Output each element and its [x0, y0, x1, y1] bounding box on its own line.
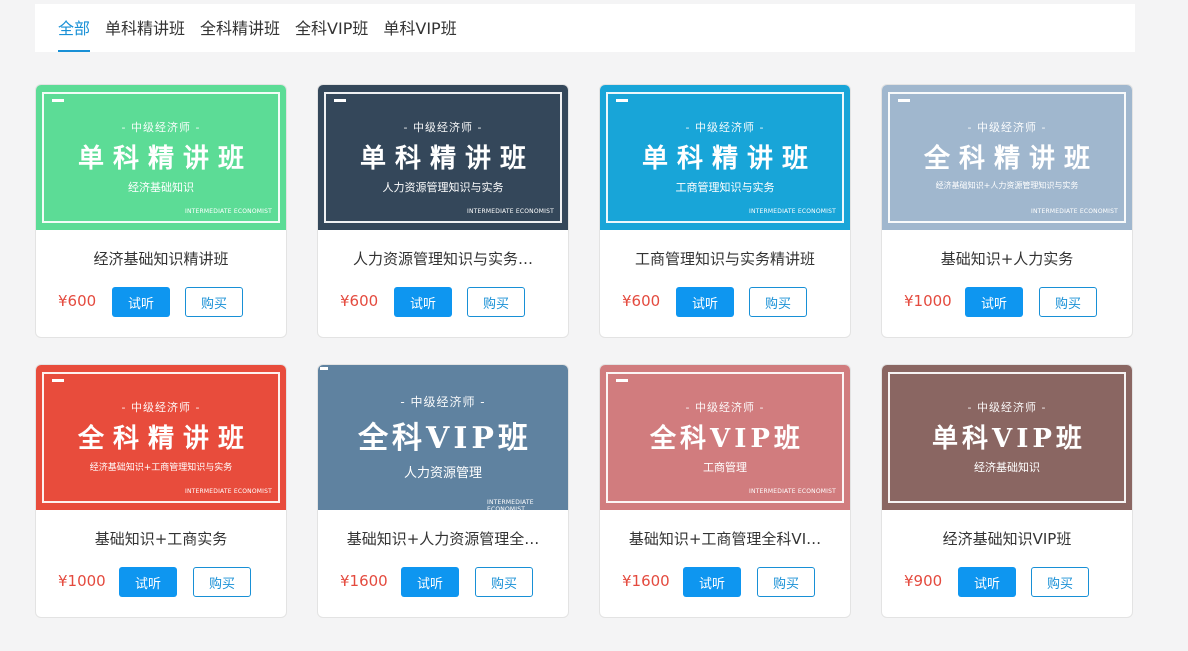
course-title[interactable]: 经济基础知识VIP班 — [882, 528, 1132, 549]
banner-dash — [320, 367, 328, 370]
course-price: ¥1000 — [904, 292, 952, 310]
banner-title: 单科精讲班 — [641, 144, 817, 174]
course-title[interactable]: 基础知识+人力实务 — [882, 248, 1132, 269]
banner-english: INTERMEDIATE ECONOMIST — [487, 499, 534, 510]
banner-title: 单科VIP班 — [932, 424, 1086, 454]
course-banner[interactable]: - 中级经济师 - 全科VIP班 人力资源管理 INTERMEDIATE ECO… — [318, 365, 568, 510]
buy-button[interactable]: 购买 — [749, 287, 807, 317]
listen-button[interactable]: 试听 — [119, 567, 177, 597]
course-title[interactable]: 基础知识+工商实务 — [36, 528, 286, 549]
course-card[interactable]: - 中级经济师 - 全科精讲班 经济基础知识+工商管理知识与实务 INTERME… — [35, 364, 287, 618]
tab-all[interactable]: 全部 — [58, 4, 91, 52]
buy-button[interactable]: 购买 — [1039, 287, 1097, 317]
course-title[interactable]: 经济基础知识精讲班 — [36, 248, 286, 269]
banner-english: INTERMEDIATE ECONOMIST — [749, 488, 836, 495]
banner-english: INTERMEDIATE ECONOMIST — [749, 208, 836, 215]
course-banner[interactable]: - 中级经济师 - 单科精讲班 工商管理知识与实务 INTERMEDIATE E… — [600, 85, 850, 230]
tab-single-vip[interactable]: 单科VIP班 — [383, 4, 456, 50]
listen-button[interactable]: 试听 — [965, 287, 1023, 317]
course-banner[interactable]: - 中级经济师 - 单科VIP班 经济基础知识 — [882, 365, 1132, 510]
banner-desc: 工商管理 — [703, 461, 747, 474]
banner-title: 全科VIP班 — [358, 421, 532, 456]
course-banner[interactable]: - 中级经济师 - 全科精讲班 经济基础知识+人力资源管理知识与实务 INTER… — [882, 85, 1132, 230]
banner-title: 全科精讲班 — [77, 424, 253, 454]
banner-subtitle: - 中级经济师 - — [121, 121, 201, 134]
banner-desc: 经济基础知识+工商管理知识与实务 — [89, 463, 233, 473]
course-card[interactable]: - 中级经济师 - 全科精讲班 经济基础知识+人力资源管理知识与实务 INTER… — [881, 84, 1133, 338]
course-price: ¥600 — [340, 292, 379, 310]
banner-desc: 人力资源管理 — [403, 466, 482, 481]
listen-button[interactable]: 试听 — [394, 287, 452, 317]
course-card[interactable]: - 中级经济师 - 单科VIP班 经济基础知识 经济基础知识VIP班 ¥900 … — [881, 364, 1133, 618]
course-banner[interactable]: - 中级经济师 - 全科精讲班 经济基础知识+工商管理知识与实务 INTERME… — [36, 365, 286, 510]
course-title[interactable]: 人力资源管理知识与实务… — [318, 248, 568, 269]
buy-button[interactable]: 购买 — [475, 567, 533, 597]
banner-english: INTERMEDIATE ECONOMIST — [1031, 208, 1118, 215]
course-title[interactable]: 工商管理知识与实务精讲班 — [600, 248, 850, 269]
buy-button[interactable]: 购买 — [185, 287, 243, 317]
course-banner[interactable]: - 中级经济师 - 单科精讲班 经济基础知识 INTERMEDIATE ECON… — [36, 85, 286, 230]
listen-button[interactable]: 试听 — [683, 567, 741, 597]
banner-subtitle: - 中级经济师 - — [967, 121, 1047, 134]
course-card[interactable]: - 中级经济师 - 全科VIP班 工商管理 INTERMEDIATE ECONO… — [599, 364, 851, 618]
banner-subtitle: - 中级经济师 - — [685, 401, 765, 414]
course-price: ¥600 — [58, 292, 97, 310]
banner-english: INTERMEDIATE ECONOMIST — [467, 208, 554, 215]
course-price: ¥900 — [904, 572, 943, 590]
banner-dash — [898, 99, 910, 102]
course-title[interactable]: 基础知识+人力资源管理全… — [318, 528, 568, 549]
banner-dash — [52, 379, 64, 382]
buy-button[interactable]: 购买 — [193, 567, 251, 597]
banner-subtitle: - 中级经济师 - — [121, 401, 201, 414]
buy-button[interactable]: 购买 — [757, 567, 815, 597]
banner-title: 全科VIP班 — [650, 424, 804, 454]
buy-button[interactable]: 购买 — [1031, 567, 1089, 597]
course-banner[interactable]: - 中级经济师 - 单科精讲班 人力资源管理知识与实务 INTERMEDIATE… — [318, 85, 568, 230]
listen-button[interactable]: 试听 — [958, 567, 1016, 597]
banner-title: 单科精讲班 — [77, 144, 253, 174]
banner-dash — [616, 379, 628, 382]
banner-desc: 经济基础知识 — [128, 181, 194, 194]
banner-subtitle: - 中级经济师 - — [967, 401, 1047, 414]
banner-subtitle: - 中级经济师 - — [685, 121, 765, 134]
banner-dash — [616, 99, 628, 102]
banner-english: INTERMEDIATE ECONOMIST — [185, 208, 272, 215]
banner-title: 全科精讲班 — [923, 144, 1099, 174]
banner-title: 单科精讲班 — [359, 144, 535, 174]
banner-english: INTERMEDIATE ECONOMIST — [185, 488, 272, 495]
banner-dash — [334, 99, 346, 102]
listen-button[interactable]: 试听 — [112, 287, 170, 317]
category-tabs: 全部 单科精讲班 全科精讲班 全科VIP班 单科VIP班 — [35, 4, 1135, 52]
banner-desc: 工商管理知识与实务 — [675, 181, 775, 194]
course-price: ¥1000 — [58, 572, 106, 590]
buy-button[interactable]: 购买 — [467, 287, 525, 317]
banner-subtitle: - 中级经济师 - — [400, 395, 486, 409]
tab-full-intensive[interactable]: 全科精讲班 — [200, 4, 280, 50]
course-card[interactable]: - 中级经济师 - 单科精讲班 经济基础知识 INTERMEDIATE ECON… — [35, 84, 287, 338]
course-card[interactable]: - 中级经济师 - 单科精讲班 人力资源管理知识与实务 INTERMEDIATE… — [317, 84, 569, 338]
course-card[interactable]: - 中级经济师 - 全科VIP班 人力资源管理 INTERMEDIATE ECO… — [317, 364, 569, 618]
banner-desc: 人力资源管理知识与实务 — [382, 181, 504, 194]
tab-single-intensive[interactable]: 单科精讲班 — [105, 4, 185, 50]
tab-full-vip[interactable]: 全科VIP班 — [295, 4, 368, 50]
banner-subtitle: - 中级经济师 - — [403, 121, 483, 134]
banner-desc: 经济基础知识+人力资源管理知识与实务 — [935, 181, 1079, 190]
banner-desc: 经济基础知识 — [974, 461, 1040, 474]
course-banner[interactable]: - 中级经济师 - 全科VIP班 工商管理 INTERMEDIATE ECONO… — [600, 365, 850, 510]
course-price: ¥1600 — [340, 572, 388, 590]
course-price: ¥1600 — [622, 572, 670, 590]
course-card[interactable]: - 中级经济师 - 单科精讲班 工商管理知识与实务 INTERMEDIATE E… — [599, 84, 851, 338]
listen-button[interactable]: 试听 — [401, 567, 459, 597]
banner-dash — [52, 99, 64, 102]
listen-button[interactable]: 试听 — [676, 287, 734, 317]
course-price: ¥600 — [622, 292, 661, 310]
course-title[interactable]: 基础知识+工商管理全科VI… — [600, 528, 850, 549]
